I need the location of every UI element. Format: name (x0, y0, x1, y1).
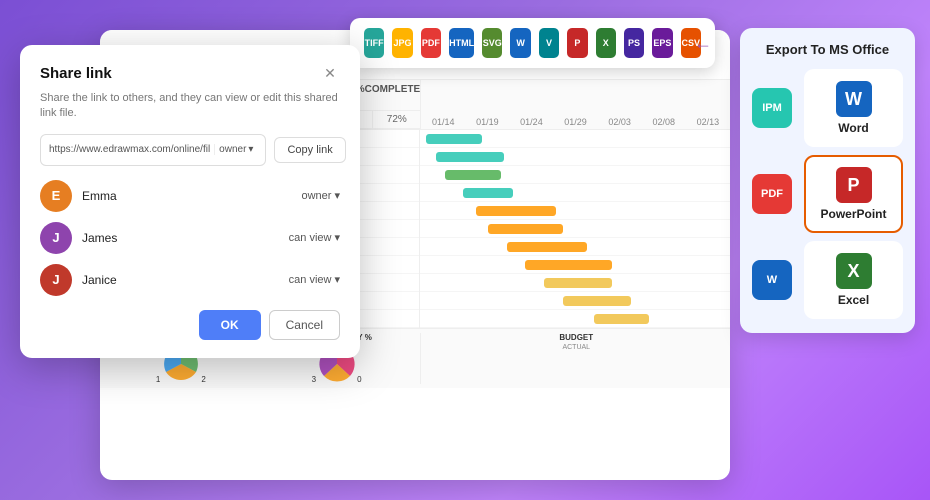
gantt-bar (476, 206, 557, 216)
word-label: Word (838, 121, 868, 135)
gantt-chart-area (420, 130, 730, 328)
chevron-icon: ▾ (248, 144, 253, 155)
bar-row-6 (420, 238, 730, 256)
date-label-3: 01/29 (564, 117, 587, 127)
avatar-emma: E (40, 180, 72, 212)
copy-link-button[interactable]: Copy link (274, 137, 345, 163)
date-label-2: 01/24 (520, 117, 543, 127)
user-permission-emma[interactable]: owner ▾ (302, 189, 341, 202)
link-text: https://www.edrawmax.com/online/fil (49, 144, 210, 155)
format-jpg[interactable]: JPG (392, 28, 412, 58)
chart-label-3: 3 (312, 375, 316, 384)
gantt-bar (525, 260, 612, 270)
actual-label: ACTUAL (431, 344, 723, 351)
chart-label-0: 0 (357, 375, 361, 384)
powerpoint-icon: P (836, 167, 872, 203)
export-excel-button[interactable]: X Excel (804, 241, 903, 319)
bar-row-3 (420, 184, 730, 202)
gantt-bar (594, 314, 650, 324)
export-panel: Export To MS Office IPM W Word PDF P Pow… (740, 28, 915, 333)
complete-header: %COMPLETE (356, 80, 420, 110)
link-permission[interactable]: owner ▾ (214, 144, 257, 155)
modal-title: Share link (40, 65, 112, 82)
bar-row-7 (420, 256, 730, 274)
format-word[interactable]: W (510, 28, 530, 58)
export-side-word[interactable]: W (752, 260, 792, 300)
format-svg[interactable]: SVG (482, 28, 502, 58)
ok-button[interactable]: OK (199, 310, 261, 340)
link-row: https://www.edrawmax.com/online/fil owne… (40, 134, 340, 166)
modal-description: Share the link to others, and they can v… (40, 91, 340, 122)
bar-row-1 (420, 148, 730, 166)
close-button[interactable]: ✕ (320, 63, 340, 83)
complete-value: 72% (373, 111, 420, 128)
user-permission-james[interactable]: can view ▾ (289, 231, 340, 244)
format-visio[interactable]: V (539, 28, 559, 58)
chevron-icon: ▾ (334, 189, 340, 202)
chevron-icon: ▾ (334, 273, 340, 286)
format-pdf[interactable]: PDF (421, 28, 441, 58)
share-modal: Share link ✕ Share the link to others, a… (20, 45, 360, 358)
user-row-james: J James can view ▾ (40, 222, 340, 254)
bar-row-4 (420, 202, 730, 220)
date-label-5: 02/08 (653, 117, 676, 127)
powerpoint-label: PowerPoint (820, 207, 886, 221)
gantt-bar (463, 188, 513, 198)
format-eps[interactable]: EPS (652, 28, 672, 58)
gantt-bar (436, 152, 504, 162)
user-name-james: James (82, 231, 289, 245)
format-ps[interactable]: PS (624, 28, 644, 58)
date-label-4: 02/03 (608, 117, 631, 127)
format-tiff[interactable]: TIFF (364, 28, 384, 58)
bar-row-5 (420, 220, 730, 238)
user-name-emma: Emma (82, 189, 302, 203)
word-icon: W (836, 81, 872, 117)
bar-row-2 (420, 166, 730, 184)
budget-chart: BUDGET ACTUAL (420, 333, 723, 384)
bar-row-10 (420, 310, 730, 328)
chevron-icon: ▾ (334, 231, 340, 244)
export-panel-grid: IPM W Word PDF P PowerPoint W X Excel (752, 69, 903, 319)
modal-header: Share link ✕ (40, 63, 340, 83)
gantt-bar (563, 296, 631, 306)
gantt-bar (488, 224, 562, 234)
user-name-janice: Janice (82, 273, 289, 287)
modal-footer: OK Cancel (40, 310, 340, 340)
export-format-bar: TIFF JPG PDF HTML SVG W V P X PS EPS CSV (350, 18, 715, 68)
excel-label: Excel (838, 293, 869, 307)
avatar-janice: J (40, 264, 72, 296)
user-row-emma: E Emma owner ▾ (40, 180, 340, 212)
export-side-ipm[interactable]: IPM (752, 88, 792, 128)
format-excel[interactable]: X (596, 28, 616, 58)
bar-row-8 (420, 274, 730, 292)
format-html[interactable]: HTML (449, 28, 474, 58)
export-side-pdf[interactable]: PDF (752, 174, 792, 214)
user-row-janice: J Janice can view ▾ (40, 264, 340, 296)
format-ppt[interactable]: P (567, 28, 587, 58)
gantt-bar (445, 170, 501, 180)
date-label-1: 01/19 (476, 117, 499, 127)
budget-title: BUDGET (431, 333, 723, 342)
chart-label-1: 1 (156, 375, 160, 384)
arrow-connector: ← (694, 33, 712, 54)
cancel-button[interactable]: Cancel (269, 310, 340, 340)
date-label-6: 02/13 (697, 117, 720, 127)
link-input[interactable]: https://www.edrawmax.com/online/fil owne… (40, 134, 266, 166)
gantt-bar (507, 242, 588, 252)
bar-row-0 (420, 130, 730, 148)
date-label-0: 01/14 (432, 117, 455, 127)
chart-label-2: 2 (201, 375, 205, 384)
excel-icon: X (836, 253, 872, 289)
user-permission-janice[interactable]: can view ▾ (289, 273, 340, 286)
gantt-bar (426, 134, 482, 144)
bar-row-9 (420, 292, 730, 310)
export-word-button[interactable]: W Word (804, 69, 903, 147)
gantt-bar (544, 278, 612, 288)
export-panel-title: Export To MS Office (752, 42, 903, 57)
export-powerpoint-button[interactable]: P PowerPoint (804, 155, 903, 233)
avatar-james: J (40, 222, 72, 254)
